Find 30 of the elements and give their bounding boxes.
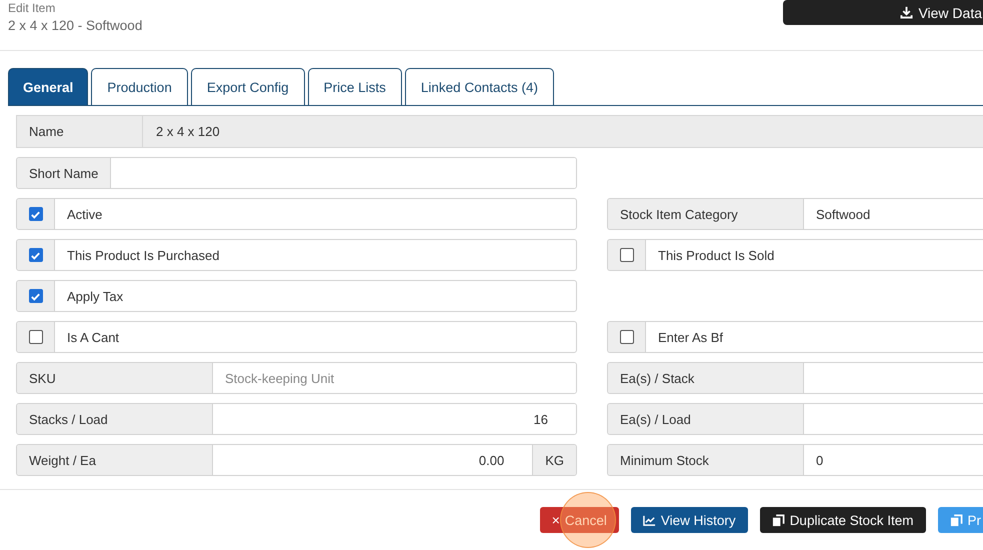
checkbox[interactable] — [28, 289, 42, 304]
close-icon: × — [552, 512, 560, 528]
checkbox[interactable] — [28, 248, 42, 262]
checkbox-label: This Product Is Sold — [657, 246, 774, 265]
checkbox-label: Enter As Bf — [657, 328, 724, 347]
copy-icon — [772, 514, 785, 527]
tab[interactable]: Export Config — [190, 68, 305, 106]
checkbox-label: Is A Cant — [66, 328, 120, 347]
tab[interactable]: Linked Contacts (4) — [404, 68, 554, 106]
checkbox-label: This Product Is Purchased — [66, 246, 220, 265]
line-chart-icon — [642, 514, 656, 527]
action-button[interactable]: View History — [630, 507, 748, 534]
checkbox[interactable] — [620, 330, 634, 344]
download-icon — [900, 6, 914, 19]
checkbox[interactable] — [28, 330, 42, 344]
tab[interactable]: General — [8, 68, 88, 106]
checkbox-label: Active — [66, 206, 102, 224]
page-caption: Edit Item — [8, 0, 56, 16]
checkbox[interactable] — [620, 248, 634, 262]
action-button[interactable]: × Cancel — [540, 507, 619, 534]
field-value: 2 x 4 x 120 — [155, 124, 220, 140]
item-title: 2 x 4 x 120 - Softwood — [8, 17, 142, 35]
view-data-button[interactable]: View Data — [783, 0, 983, 25]
copy-icon — [950, 514, 962, 527]
tab[interactable]: Price Lists — [308, 68, 402, 106]
field-label: Name — [17, 116, 143, 148]
checkbox[interactable] — [28, 207, 42, 222]
checkbox-label: Apply Tax — [66, 288, 124, 306]
tab[interactable]: Production — [91, 68, 188, 106]
action-button[interactable]: Duplicate Stock Item — [760, 507, 926, 534]
